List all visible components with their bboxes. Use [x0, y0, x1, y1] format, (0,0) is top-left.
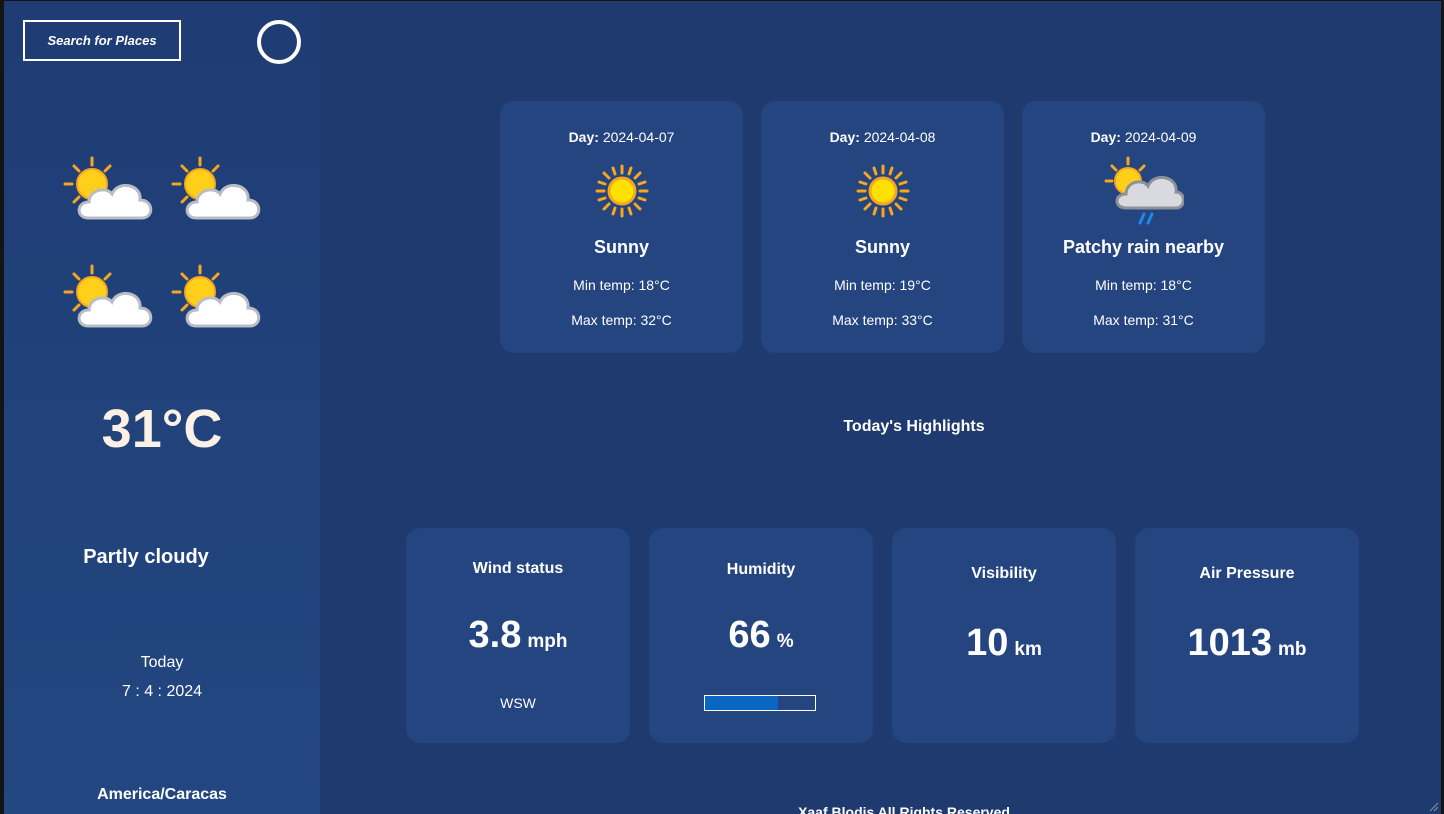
forecast-max-temp: Max temp: 31°C	[1093, 312, 1194, 328]
partly-cloudy-icon	[62, 156, 154, 226]
current-temperature: 31°C	[101, 399, 223, 459]
resize-grip-icon[interactable]	[1427, 800, 1439, 812]
partly-cloudy-icon	[62, 264, 154, 334]
forecast-card: Day: 2024-04-09 Patchy rain nearby Min t…	[1022, 101, 1265, 353]
humidity-title: Humidity	[726, 561, 796, 578]
current-location-button[interactable]	[257, 20, 301, 64]
wind-status-title: Wind status	[472, 560, 564, 577]
app-window: Search for Places 31°C Partly cloudy Tod…	[0, 0, 1444, 814]
visibility-value: 10 km	[966, 622, 1042, 664]
sun-icon	[843, 156, 923, 226]
forecast-card: Day: 2024-04-08 Sunny Min temp: 19°C Max…	[761, 101, 1004, 353]
forecast-condition: Sunny	[593, 237, 649, 257]
forecast-day: Day: 2024-04-07	[568, 129, 675, 145]
forecast-min-temp: Min temp: 18°C	[573, 277, 670, 293]
forecast-max-temp: Max temp: 32°C	[571, 312, 672, 328]
humidity-card: Humidity 66%	[649, 528, 873, 743]
forecast-day: Day: 2024-04-08	[829, 129, 936, 145]
visibility-card: Visibility 10 km	[892, 528, 1116, 743]
footer-text: Xaaf Blodis All Rights Reserved	[798, 804, 1010, 814]
search-places-button[interactable]: Search for Places	[23, 20, 181, 61]
patchy-rain-icon	[1104, 156, 1184, 226]
current-condition: Partly cloudy	[83, 546, 209, 568]
forecast-max-temp: Max temp: 33°C	[832, 312, 933, 328]
wind-speed: 3.8 mph	[468, 614, 568, 656]
wind-direction: WSW	[500, 695, 536, 711]
humidity-progress-fill	[705, 696, 778, 710]
humidity-progress-bar	[704, 695, 816, 711]
forecast-day: Day: 2024-04-09	[1090, 129, 1197, 145]
today-label: Today	[140, 654, 184, 671]
sun-icon	[582, 156, 662, 226]
air-pressure-value: 1013 mb	[1187, 622, 1307, 664]
wind-status-card: Wind status 3.8 mph WSW	[406, 528, 630, 743]
visibility-title: Visibility	[971, 565, 1037, 582]
forecast-min-temp: Min temp: 19°C	[834, 277, 931, 293]
humidity-value: 66%	[728, 614, 794, 656]
air-pressure-card: Air Pressure 1013 mb	[1135, 528, 1359, 743]
sidebar: Search for Places 31°C Partly cloudy Tod…	[4, 1, 320, 814]
forecast-min-temp: Min temp: 18°C	[1095, 277, 1192, 293]
air-pressure-title: Air Pressure	[1199, 565, 1295, 582]
current-date: 7 : 4 : 2024	[121, 683, 203, 700]
timezone-label: America/Caracas	[97, 786, 227, 803]
forecast-card: Day: 2024-04-07 Sunny Min temp: 18°C Max…	[500, 101, 743, 353]
partly-cloudy-icon	[170, 156, 262, 226]
forecast-condition: Sunny	[854, 237, 910, 257]
partly-cloudy-icon	[170, 264, 262, 334]
forecast-condition: Patchy rain nearby	[1062, 237, 1225, 257]
highlights-title: Today's Highlights	[843, 418, 985, 435]
